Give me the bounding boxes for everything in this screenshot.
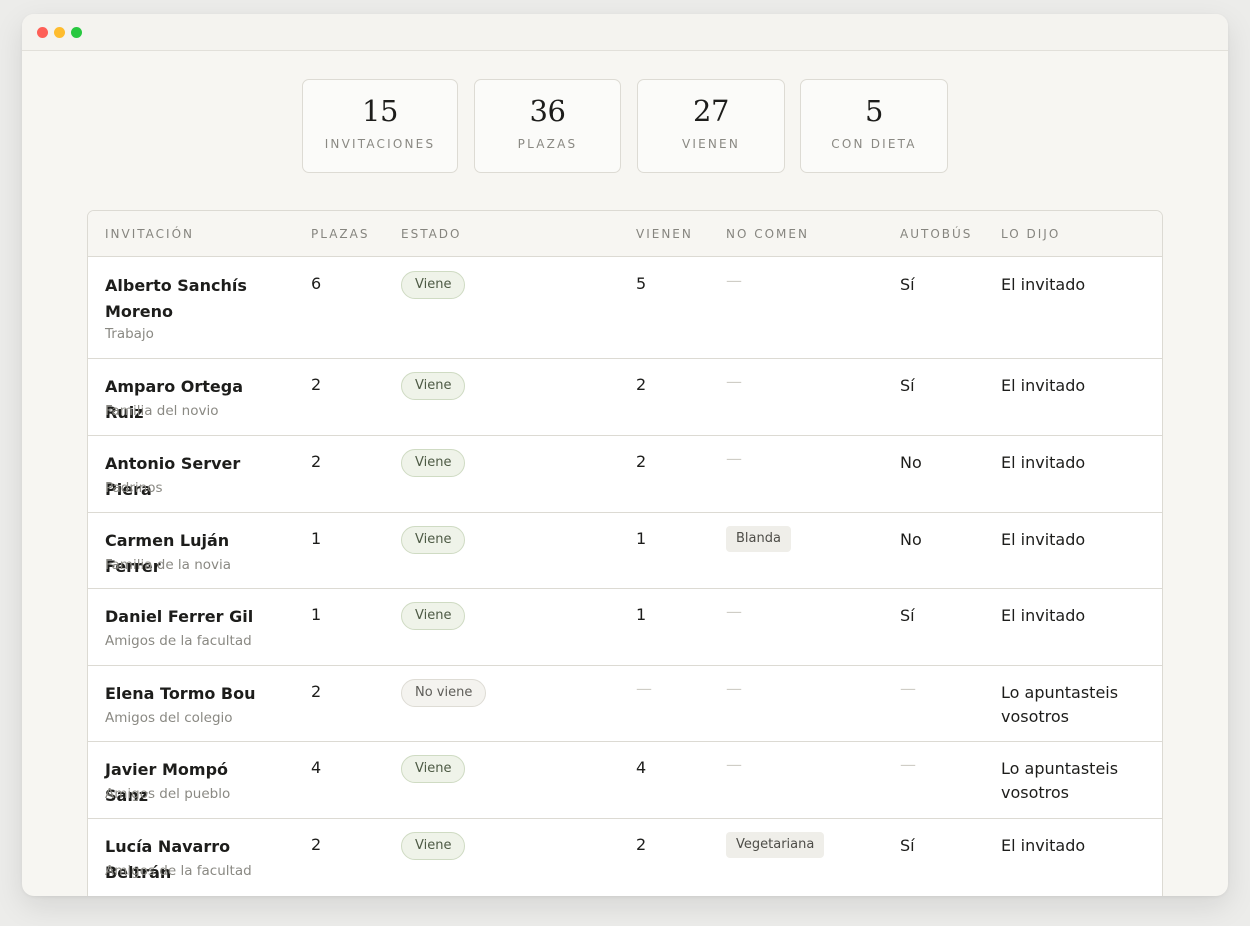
- autobus-empty: —: [900, 679, 916, 698]
- guest-group: Amigos del colegio: [105, 710, 233, 726]
- stat-card-con-dieta: 5 CON DIETA: [800, 79, 948, 173]
- autobus-value: Sí: [900, 836, 915, 855]
- stat-card-plazas: 36 PLAZAS: [474, 79, 621, 173]
- lo-dijo-value: El invitado: [1001, 275, 1086, 294]
- plazas-value: 1: [311, 529, 322, 548]
- plazas-value: 4: [311, 758, 322, 777]
- status-badge: Viene: [401, 372, 466, 400]
- lo-dijo-value: El invitado: [1001, 453, 1086, 472]
- lo-dijo-value: El invitado: [1001, 606, 1086, 625]
- status-badge: Viene: [401, 602, 466, 630]
- guest-name: Daniel Ferrer Gil: [105, 607, 254, 626]
- status-badge: Viene: [401, 526, 466, 554]
- lo-dijo-value: El invitado: [1001, 530, 1086, 549]
- table-row[interactable]: Antonio Server Piera Padrinos 2 Viene 2 …: [88, 436, 1162, 513]
- table-row[interactable]: Lucía Navarro Beltrán Amigos de la facul…: [88, 819, 1162, 896]
- header-plazas[interactable]: PLAZAS: [311, 227, 369, 241]
- plazas-value: 2: [311, 375, 322, 394]
- vienen-value: 4: [636, 758, 647, 777]
- header-autobus[interactable]: AUTOBÚS: [900, 227, 972, 241]
- guest-name: Alberto Sanchís Moreno: [105, 276, 247, 321]
- guest-table: INVITACIÓN PLAZAS ESTADO VIENEN NO COMEN…: [87, 210, 1163, 896]
- no-comen-empty: —: [726, 755, 742, 774]
- lo-dijo-value: Lo apuntasteis vosotros: [1001, 683, 1119, 726]
- guest-group: Amigos del pueblo: [105, 786, 231, 802]
- autobus-empty: —: [900, 755, 916, 774]
- guest-name: Elena Tormo Bou: [105, 684, 256, 703]
- header-lo-dijo[interactable]: LO DIJO: [1001, 227, 1060, 241]
- header-invitacion[interactable]: INVITACIÓN: [105, 227, 194, 241]
- maximize-window-button[interactable]: [71, 27, 82, 38]
- plazas-value: 2: [311, 835, 322, 854]
- no-comen-empty: —: [726, 679, 742, 698]
- guest-group: Amigos de la facultad: [105, 633, 252, 649]
- guest-group: Familia de la novia: [105, 557, 232, 573]
- minimize-window-button[interactable]: [54, 27, 65, 38]
- vienen-value: 1: [636, 605, 647, 624]
- lo-dijo-value: El invitado: [1001, 836, 1086, 855]
- stat-value: 36: [529, 94, 566, 128]
- vienen-value: 1: [636, 529, 647, 548]
- vienen-value: 5: [636, 274, 647, 293]
- status-badge: Viene: [401, 271, 466, 299]
- vienen-value: 2: [636, 452, 647, 471]
- status-badge: No viene: [401, 679, 487, 707]
- stat-card-invitaciones: 15 INVITACIONES: [302, 79, 458, 173]
- header-estado[interactable]: ESTADO: [401, 227, 462, 241]
- vienen-empty: —: [636, 679, 652, 698]
- stat-label: INVITACIONES: [324, 137, 436, 151]
- close-window-button[interactable]: [37, 27, 48, 38]
- vienen-value: 2: [636, 375, 647, 394]
- table-row[interactable]: Alberto Sanchís Moreno Trabajo 6 Viene 5…: [88, 258, 1162, 359]
- table-header: INVITACIÓN PLAZAS ESTADO VIENEN NO COMEN…: [88, 211, 1162, 257]
- summary-stats: 15 INVITACIONES 36 PLAZAS 27 VIENEN 5 CO…: [22, 79, 1228, 173]
- plazas-value: 6: [311, 274, 322, 293]
- table-row[interactable]: Amparo Ortega Ruiz Familia del novio 2 V…: [88, 359, 1162, 436]
- no-comen-empty: —: [726, 271, 742, 290]
- table-row[interactable]: Carmen Luján Ferrer Familia de la novia …: [88, 513, 1162, 589]
- no-comen-empty: —: [726, 602, 742, 621]
- no-comen-empty: —: [726, 372, 742, 391]
- stat-value: 27: [693, 94, 729, 128]
- autobus-value: No: [900, 453, 922, 472]
- diet-badge: Blanda: [726, 526, 791, 552]
- header-no-comen[interactable]: NO COMEN: [726, 227, 809, 241]
- stat-label: VIENEN: [681, 137, 741, 151]
- no-comen-empty: —: [726, 449, 742, 468]
- lo-dijo-value: Lo apuntasteis vosotros: [1001, 759, 1119, 802]
- guest-group: Familia del novio: [105, 403, 219, 419]
- app-window: 15 INVITACIONES 36 PLAZAS 27 VIENEN 5 CO…: [22, 14, 1228, 896]
- status-badge: Viene: [401, 449, 466, 477]
- diet-badge: Vegetariana: [726, 832, 825, 858]
- stat-value: 15: [362, 94, 398, 128]
- autobus-value: Sí: [900, 275, 915, 294]
- stat-label: PLAZAS: [517, 137, 578, 151]
- plazas-value: 2: [311, 682, 322, 701]
- guest-group: Trabajo: [105, 326, 154, 342]
- autobus-value: Sí: [900, 606, 915, 625]
- table-row[interactable]: Javier Mompó Sanz Amigos del pueblo 4 Vi…: [88, 742, 1162, 819]
- vienen-value: 2: [636, 835, 647, 854]
- guest-group: Amigos de la facultad: [105, 863, 252, 879]
- title-bar: [22, 14, 1228, 51]
- lo-dijo-value: El invitado: [1001, 376, 1086, 395]
- stat-label: CON DIETA: [831, 137, 917, 151]
- stat-value: 5: [865, 94, 883, 128]
- status-badge: Viene: [401, 832, 466, 860]
- status-badge: Viene: [401, 755, 466, 783]
- header-vienen[interactable]: VIENEN: [636, 227, 693, 241]
- plazas-value: 1: [311, 605, 322, 624]
- stat-card-vienen: 27 VIENEN: [637, 79, 785, 173]
- table-row[interactable]: Daniel Ferrer Gil Amigos de la facultad …: [88, 589, 1162, 666]
- table-row[interactable]: Elena Tormo Bou Amigos del colegio 2 No …: [88, 666, 1162, 742]
- autobus-value: No: [900, 530, 922, 549]
- autobus-value: Sí: [900, 376, 915, 395]
- guest-group: Padrinos: [105, 480, 163, 496]
- plazas-value: 2: [311, 452, 322, 471]
